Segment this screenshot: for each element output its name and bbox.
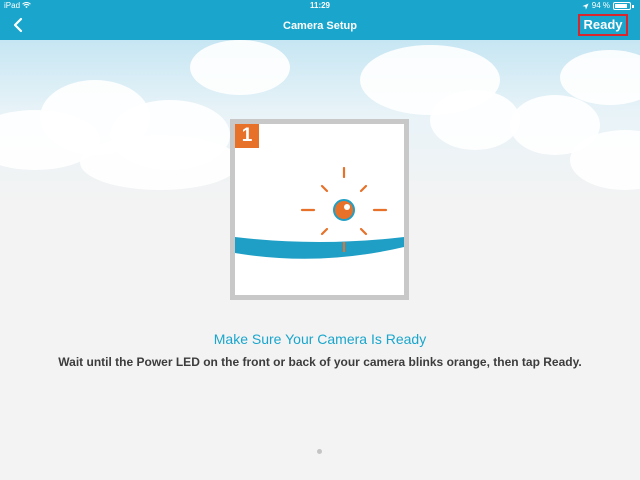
status-right-group: 94 % (582, 0, 634, 12)
step-number-badge: 1 (235, 124, 259, 148)
step-headline: Make Sure Your Camera Is Ready (213, 331, 427, 347)
location-arrow-icon (582, 2, 589, 10)
cloud-decoration (80, 135, 240, 190)
ready-button[interactable]: Ready (578, 14, 628, 36)
battery-icon (613, 2, 631, 10)
page-indicator-dot (317, 449, 322, 454)
status-time: 11:29 (309, 1, 331, 10)
cloud-decoration (190, 40, 290, 95)
page-title: Camera Setup (283, 20, 357, 32)
battery-percent: 94 % (591, 1, 610, 10)
status-bar: iPad 11:29 94 % (0, 0, 640, 12)
camera-led-illustration (235, 166, 404, 295)
cloud-decoration (430, 90, 520, 150)
battery-tip (632, 4, 634, 8)
step-instruction: Wait until the Power LED on the front or… (58, 355, 582, 369)
step-illustration-card: 1 (230, 119, 409, 300)
navigation-bar: Camera Setup Ready (0, 12, 640, 40)
